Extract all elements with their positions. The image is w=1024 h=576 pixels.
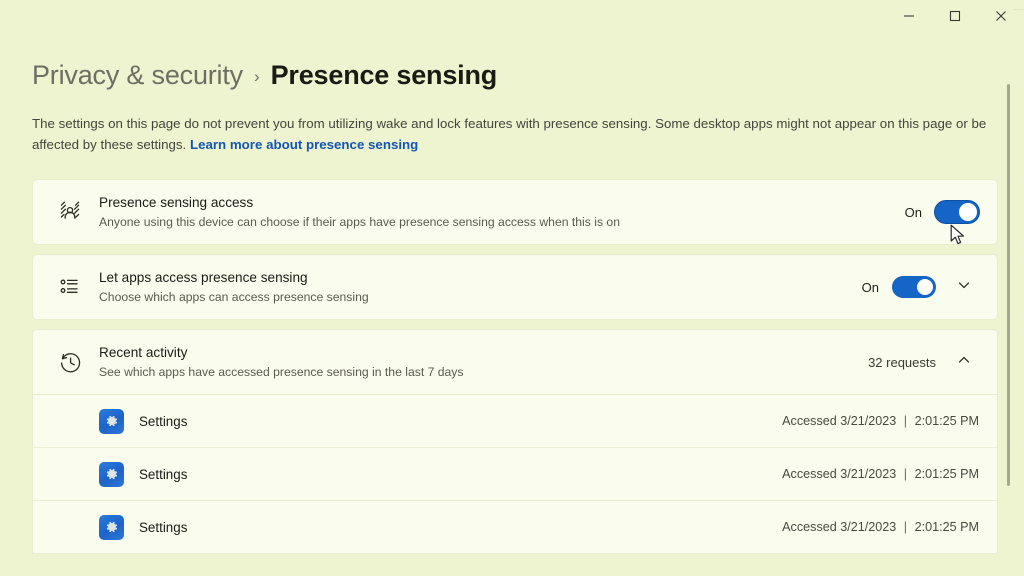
presence-sensing-access-toggle[interactable]	[935, 201, 979, 223]
setting-card-recent-activity[interactable]: Recent activity See which apps have acce…	[32, 329, 998, 395]
expand-let-apps-access-button[interactable]	[949, 272, 979, 302]
toggle-state-label: On	[861, 279, 879, 295]
accessed-time: 2:01:25 PM	[914, 520, 979, 534]
chevron-up-icon	[957, 353, 971, 372]
setting-card-text: Presence sensing access Anyone using thi…	[99, 183, 891, 241]
settings-card-list: Presence sensing access Anyone using thi…	[32, 179, 998, 554]
maximize-button[interactable]	[932, 0, 978, 32]
close-button[interactable]	[978, 0, 1024, 32]
breadcrumb-parent-link[interactable]: Privacy & security	[32, 60, 243, 91]
minimize-button[interactable]	[886, 0, 932, 32]
timestamp-separator: |	[903, 467, 908, 481]
minimize-icon	[903, 10, 915, 22]
page-title: Presence sensing	[270, 60, 498, 90]
toggle-knob	[917, 279, 933, 295]
settings-app-icon	[99, 461, 124, 487]
page-description: The settings on this page do not prevent…	[32, 113, 992, 155]
setting-subtitle: See which apps have accessed presence se…	[99, 365, 464, 379]
accessed-date: 3/21/2023	[840, 520, 897, 534]
activity-row[interactable]: Settings Accessed 3/21/2023 | 2:01:25 PM	[32, 501, 998, 554]
breadcrumb-separator-icon: ›	[253, 67, 260, 86]
learn-more-link[interactable]: Learn more about presence sensing	[190, 137, 418, 152]
toggle-state-label: On	[904, 204, 922, 220]
accessed-date: 3/21/2023	[840, 414, 897, 428]
let-apps-access-toggle[interactable]	[892, 276, 936, 298]
accessed-date: 3/21/2023	[840, 467, 897, 481]
setting-subtitle: Choose which apps can access presence se…	[99, 290, 369, 304]
timestamp-separator: |	[903, 414, 908, 428]
setting-title: Let apps access presence sensing	[99, 270, 308, 285]
page-description-text: The settings on this page do not prevent…	[32, 116, 987, 152]
recent-activity-list: Settings Accessed 3/21/2023 | 2:01:25 PM	[32, 395, 998, 554]
chevron-down-icon	[957, 278, 971, 297]
maximize-icon	[949, 10, 961, 22]
request-count-label: 32 requests	[868, 354, 936, 370]
activity-app-name: Settings	[139, 413, 188, 429]
setting-controls: 32 requests	[868, 347, 979, 377]
breadcrumb: Privacy & security › Presence sensing	[32, 60, 992, 91]
activity-timestamp: Accessed 3/21/2023 | 2:01:25 PM	[782, 520, 979, 534]
setting-controls: On	[862, 272, 979, 302]
accessed-time: 2:01:25 PM	[914, 467, 979, 481]
presence-sensing-icon	[53, 199, 87, 225]
activity-row[interactable]: Settings Accessed 3/21/2023 | 2:01:25 PM	[32, 448, 998, 501]
accessed-prefix: Accessed	[782, 467, 837, 481]
accessed-prefix: Accessed	[782, 414, 837, 428]
setting-title: Presence sensing access	[99, 195, 254, 210]
setting-card-text: Let apps access presence sensing Choose …	[99, 258, 848, 316]
setting-subtitle: Anyone using this device can choose if t…	[99, 215, 620, 229]
setting-title: Recent activity	[99, 345, 188, 360]
activity-row[interactable]: Settings Accessed 3/21/2023 | 2:01:25 PM	[32, 395, 998, 448]
setting-controls: On	[905, 201, 979, 223]
accessed-time: 2:01:25 PM	[914, 414, 979, 428]
settings-window: Privacy & security › Presence sensing Th…	[0, 0, 1024, 576]
timestamp-separator: |	[903, 520, 908, 534]
page-scrollbar[interactable]	[1003, 84, 1015, 576]
activity-app-name: Settings	[139, 519, 188, 535]
settings-app-icon	[99, 514, 124, 540]
activity-timestamp: Accessed 3/21/2023 | 2:01:25 PM	[782, 414, 979, 428]
scrollbar-thumb[interactable]	[1007, 84, 1010, 486]
accessed-prefix: Accessed	[782, 520, 837, 534]
app-list-icon	[53, 275, 87, 299]
setting-card-presence-sensing-access[interactable]: Presence sensing access Anyone using thi…	[32, 179, 998, 245]
recent-activity-icon	[53, 350, 87, 375]
toggle-knob	[959, 203, 977, 221]
title-bar	[0, 0, 1024, 36]
collapse-recent-activity-button[interactable]	[949, 347, 979, 377]
activity-app-name: Settings	[139, 466, 188, 482]
settings-app-icon	[99, 408, 124, 434]
page-content: Privacy & security › Presence sensing Th…	[0, 60, 1024, 576]
setting-card-text: Recent activity See which apps have acce…	[99, 333, 854, 391]
close-icon	[995, 10, 1007, 22]
activity-timestamp: Accessed 3/21/2023 | 2:01:25 PM	[782, 467, 979, 481]
setting-card-let-apps-access[interactable]: Let apps access presence sensing Choose …	[32, 254, 998, 320]
